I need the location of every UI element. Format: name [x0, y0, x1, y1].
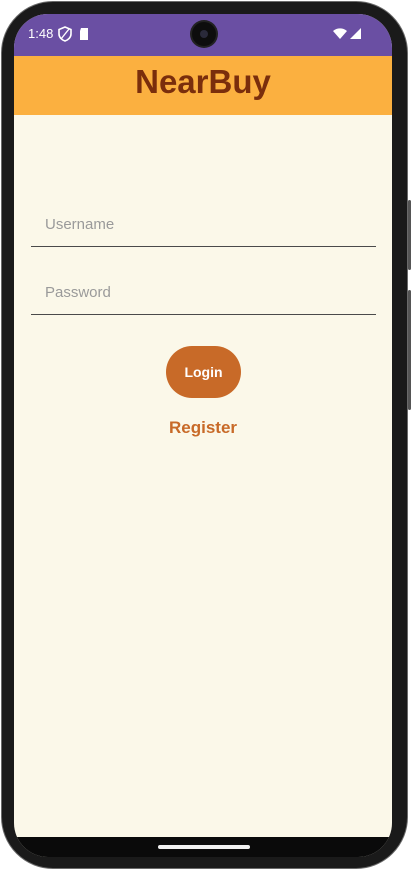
sd-card-icon	[80, 28, 88, 40]
front-camera	[192, 22, 216, 46]
status-bar: 1:48	[14, 14, 392, 56]
register-link[interactable]: Register	[14, 418, 392, 438]
app-title: NearBuy	[135, 62, 271, 100]
password-input[interactable]	[31, 271, 376, 315]
signal-icon	[350, 28, 361, 39]
username-input[interactable]	[31, 203, 376, 247]
app-bar: NearBuy	[14, 56, 392, 115]
status-time: 1:48	[28, 26, 54, 41]
shield-icon	[58, 26, 72, 42]
home-indicator[interactable]	[158, 845, 250, 849]
phone-device: 1:48 NearBuy Login Register	[0, 0, 411, 871]
screen: 1:48 NearBuy Login Register	[14, 14, 392, 857]
navigation-bar	[14, 837, 392, 857]
login-button[interactable]: Login	[166, 346, 241, 398]
wifi-icon	[333, 28, 347, 39]
